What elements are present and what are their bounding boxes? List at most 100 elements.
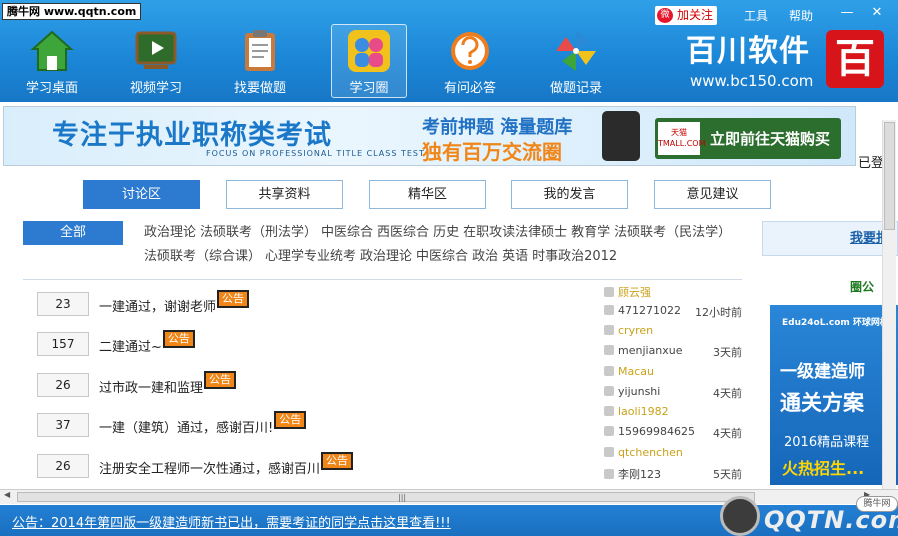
tmall-buy-button[interactable]: 天猫 TMALL.COM 立即前往天猫购买	[655, 118, 841, 159]
post-row[interactable]: 26 过市政一建和监理公告 Macau yijunshi 4天前	[37, 365, 742, 405]
vertical-scroll-thumb[interactable]	[884, 122, 895, 230]
sidebar-ad[interactable]: Edu24oL.com 环球网校 一级建造师 通关方案 2016精品课程 火热招…	[770, 305, 898, 485]
home-icon	[30, 29, 74, 73]
ad-logo: Edu24oL.com 环球网校	[782, 318, 889, 328]
post-author[interactable]: qtchenchen	[604, 446, 683, 459]
weibo-icon: 微	[657, 8, 673, 23]
post-title-link[interactable]: 一建通过，谢谢老师公告	[99, 290, 250, 315]
category-item[interactable]: 教育学	[571, 225, 610, 240]
watermark-logo-icon	[720, 496, 760, 536]
nav-label: 做题记录	[549, 81, 602, 96]
user-icon	[604, 325, 614, 335]
last-replier[interactable]: 李刚123	[604, 466, 661, 482]
last-replier[interactable]: 471271022	[604, 304, 681, 317]
post-time: 4天前	[713, 427, 742, 440]
post-author[interactable]: 顾云强	[604, 284, 651, 300]
ad-line-4: 火热招生...	[782, 459, 865, 478]
nav-label: 学习桌面	[25, 81, 78, 96]
scroll-left-icon[interactable]: ◀	[4, 490, 10, 499]
category-item[interactable]: 法硕联考（刑法学）	[200, 225, 317, 240]
reply-count: 23	[37, 292, 89, 316]
site-watermark-tag: 腾牛网 www.qqtn.com	[2, 3, 142, 20]
watermark-tag: 腾牛网	[856, 496, 898, 512]
post-row[interactable]: 26 注册安全工程师一次性通过，感谢百川公告 qtchenchen 李刚123 5天前	[37, 446, 742, 486]
category-item[interactable]: 法硕联考（民法学）	[614, 225, 731, 240]
author-name: cryren	[618, 324, 654, 337]
tab-feedback[interactable]: 意见建议	[654, 180, 771, 209]
author-name: qtchenchen	[618, 446, 683, 459]
post-row[interactable]: 23 一建通过，谢谢老师公告 顾云强 471271022 12小时前	[37, 284, 742, 324]
banner-headline: 专注于执业职称类考试	[52, 120, 332, 151]
category-item[interactable]: 英语	[502, 249, 528, 264]
post-title: 二建通过~	[99, 340, 162, 355]
post-author[interactable]: laoli1982	[604, 405, 669, 418]
minimize-button[interactable]: —	[836, 4, 858, 22]
nav-video-study[interactable]: 视频学习	[118, 24, 194, 98]
category-list: 政治理论 法硕联考（刑法学） 中医综合 西医综合 历史 在职攻读法律硕士 教育学 法硕联考（民…	[144, 221, 742, 269]
reply-count: 26	[37, 373, 89, 397]
tab-my-posts[interactable]: 我的发言	[511, 180, 628, 209]
category-item[interactable]: 中医综合	[321, 225, 373, 240]
tab-shared-materials[interactable]: 共享资料	[226, 180, 343, 209]
post-row[interactable]: 157 二建通过~公告 cryren menjianxue 3天前	[37, 324, 742, 364]
grip-icon: |||	[398, 493, 407, 502]
last-replier[interactable]: yijunshi	[604, 385, 660, 398]
help-menu[interactable]: 帮助	[789, 7, 813, 24]
nav-exercise-records[interactable]: 做题记录	[538, 24, 614, 98]
category-all[interactable]: 全部	[23, 221, 123, 245]
nav-ask-answer[interactable]: 有问必答	[432, 24, 508, 98]
user-icon	[604, 447, 614, 457]
post-time: 12小时前	[695, 306, 742, 319]
vertical-scrollbar[interactable]	[882, 120, 896, 490]
post-title-link[interactable]: 过市政一建和监理公告	[99, 371, 237, 396]
horizontal-scroll-thumb[interactable]: |||	[17, 492, 755, 502]
category-item[interactable]: 政治	[472, 249, 498, 264]
nav-study-desktop[interactable]: 学习桌面	[14, 24, 90, 98]
announcement-badge: 公告	[204, 371, 237, 389]
promo-banner[interactable]: 专注于执业职称类考试 FOCUS ON PROFESSIONAL TITLE C…	[3, 106, 856, 166]
post-author[interactable]: Macau	[604, 365, 654, 378]
user-icon	[604, 406, 614, 416]
post-author[interactable]: cryren	[604, 324, 653, 337]
blackboard-icon	[134, 29, 178, 73]
post-row[interactable]: 37 一建（建筑）通过，感谢百川!公告 laoli1982 15969984625 4天…	[37, 405, 742, 445]
clipboard-icon	[238, 29, 282, 73]
comment-icon	[604, 386, 614, 396]
post-title-link[interactable]: 注册安全工程师一次性通过，感谢百川公告	[99, 452, 354, 477]
follow-label: 加关注	[677, 8, 714, 22]
follow-weibo-button[interactable]: 微 加关注	[655, 6, 718, 25]
category-item[interactable]: 在职攻读法律硕士	[463, 225, 567, 240]
category-item[interactable]: 历史	[433, 225, 459, 240]
announcement-badge: 公告	[321, 452, 354, 470]
new-post-button[interactable]: 我要报	[762, 221, 898, 256]
comment-icon	[604, 426, 614, 436]
last-replier[interactable]: menjianxue	[604, 344, 683, 357]
close-button[interactable]: ✕	[866, 4, 888, 22]
category-item[interactable]: 时事政治2012	[532, 249, 617, 264]
nav-study-circle[interactable]: 学习圈	[331, 24, 407, 98]
last-replier[interactable]: 15969984625	[604, 425, 695, 438]
tab-featured[interactable]: 精华区	[369, 180, 486, 209]
comment-icon	[604, 345, 614, 355]
reply-count: 157	[37, 332, 89, 356]
nav-label: 有问必答	[443, 81, 496, 96]
nav-find-exercises[interactable]: 找要做题	[222, 24, 298, 98]
category-item[interactable]: 法硕联考（综合课）	[144, 249, 261, 264]
replier-name: 15969984625	[618, 425, 695, 438]
category-item[interactable]: 西医综合	[377, 225, 429, 240]
pinwheel-icon	[554, 29, 598, 73]
post-title-link[interactable]: 二建通过~公告	[99, 330, 195, 355]
reply-count: 37	[37, 413, 89, 437]
category-item[interactable]: 心理学专业统考	[265, 249, 356, 264]
post-title-link[interactable]: 一建（建筑）通过，感谢百川!公告	[99, 411, 307, 436]
login-status: 已登	[858, 156, 885, 171]
category-item[interactable]: 中医综合	[416, 249, 468, 264]
tab-discussion[interactable]: 讨论区	[83, 180, 200, 209]
category-item[interactable]: 政治理论	[144, 225, 196, 240]
tools-menu[interactable]: 工具	[744, 7, 768, 24]
category-item[interactable]: 政治理论	[360, 249, 412, 264]
brand-name: 百川软件	[686, 34, 810, 69]
ad-line-1: 一级建造师	[780, 362, 865, 382]
announcement-link[interactable]: 公告：2014年第四版一级建造师新书已出，需要考证的同学点击这里查看!!!	[12, 512, 451, 531]
banner-subline: FOCUS ON PROFESSIONAL TITLE CLASS TEST	[206, 149, 425, 158]
